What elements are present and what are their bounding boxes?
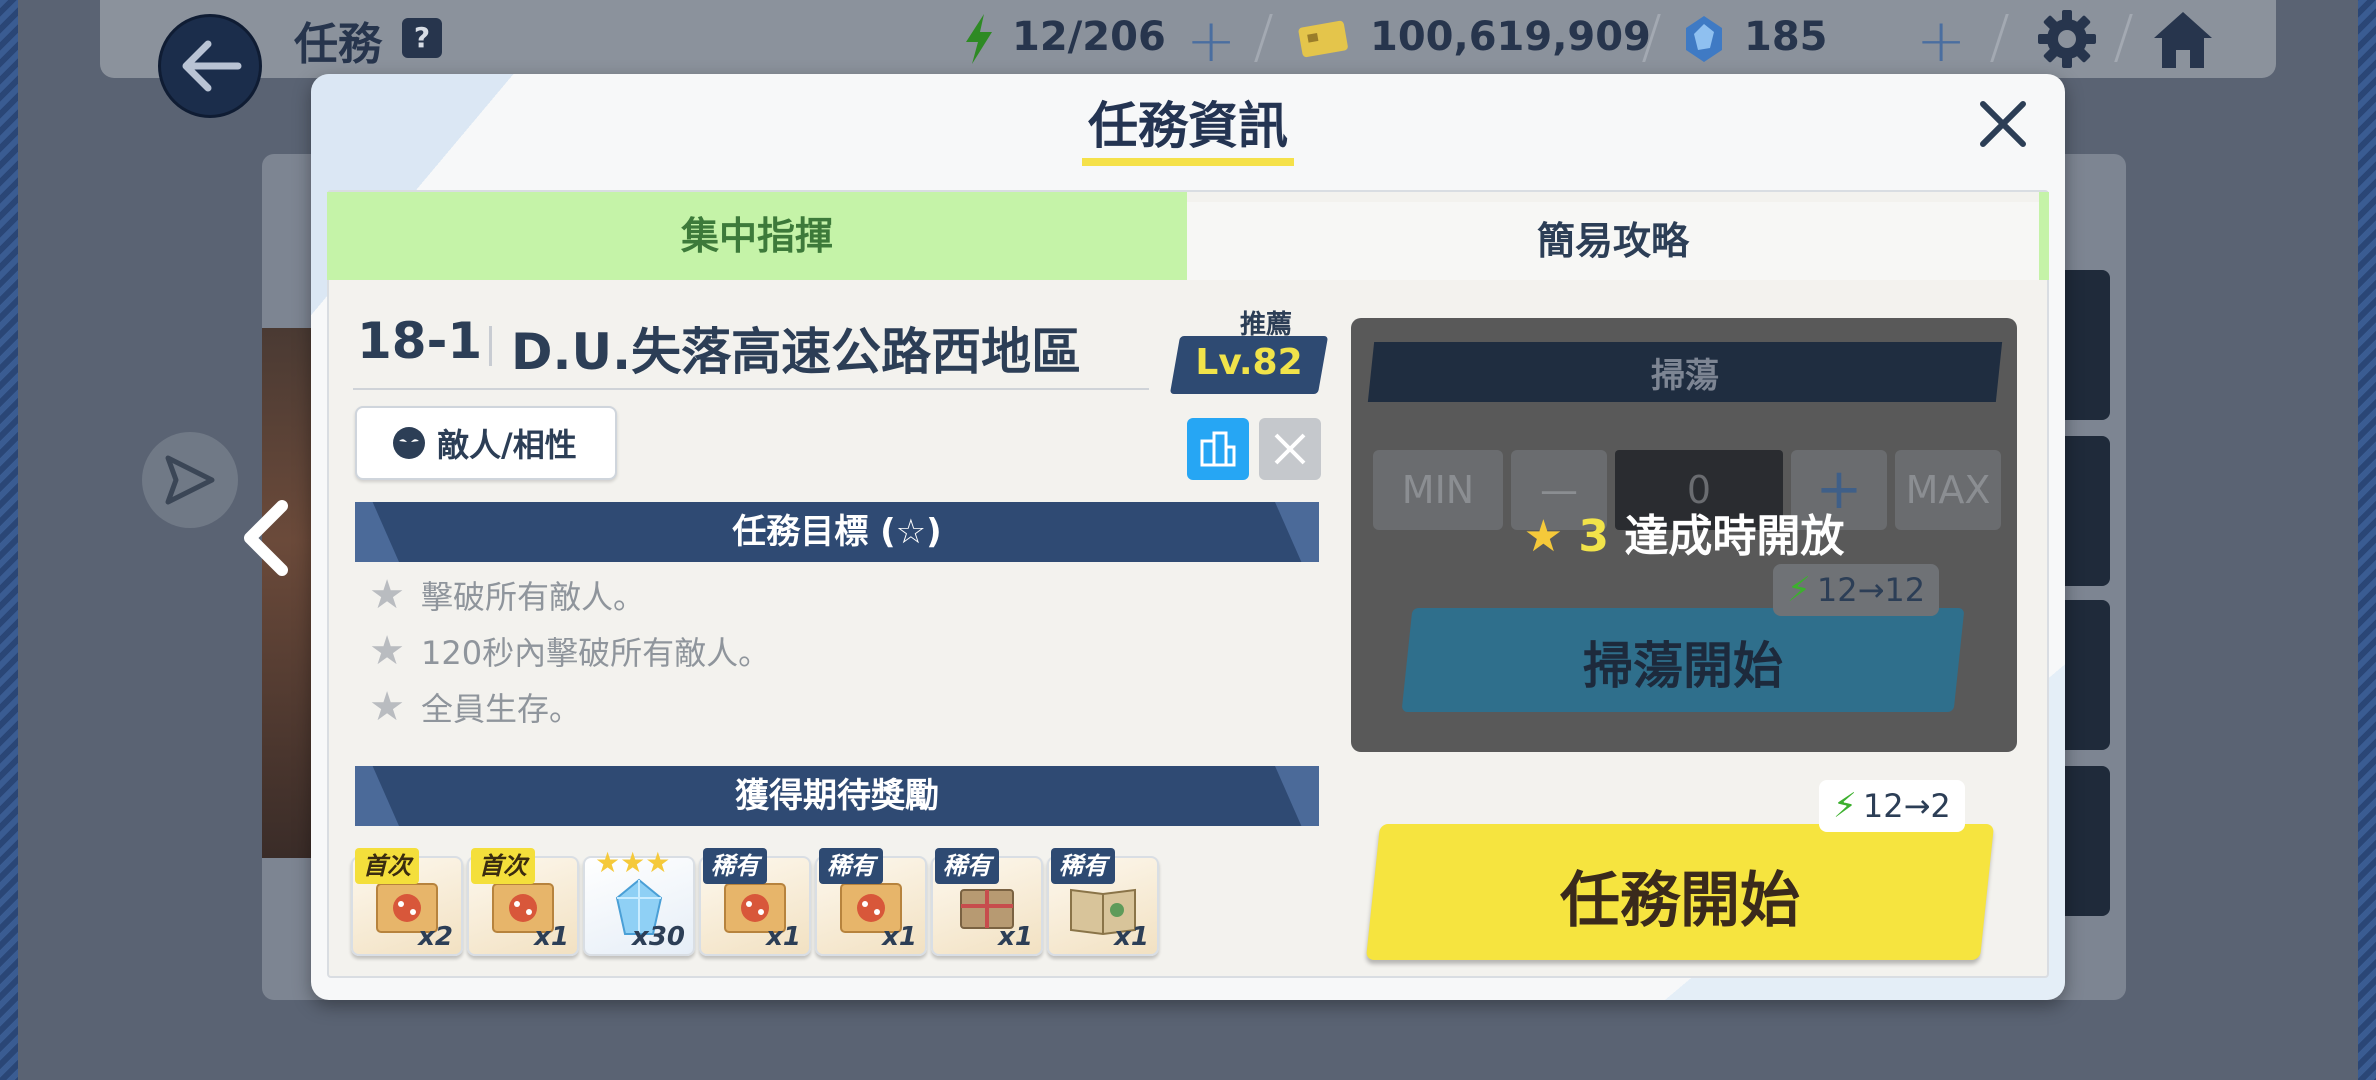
share-button[interactable] <box>142 432 238 528</box>
stamina-plus-button[interactable]: + <box>1186 6 1236 76</box>
reward-count: x1 <box>534 922 569 952</box>
objective-text: 120秒內擊破所有敵人。 <box>421 634 771 672</box>
background-stage-image <box>262 328 312 858</box>
arrow-left-icon <box>182 40 242 92</box>
reward-item[interactable]: 稀有 x1 <box>1047 848 1159 956</box>
terrain-city-button[interactable] <box>1187 418 1249 480</box>
sweep-cost-bubble: ⚡ 12 → 12 <box>1773 564 1940 616</box>
stage-underline <box>353 388 1149 390</box>
bar-accent <box>1275 766 1319 826</box>
close-icon <box>1980 101 2026 147</box>
reward-item[interactable]: 稀有 x1 <box>931 848 1043 956</box>
sweep-header: 掃蕩 <box>1651 356 1719 396</box>
objective-text: 全員生存。 <box>421 690 582 728</box>
credit-card-icon <box>1298 20 1348 58</box>
credits-value: 100,619,909 <box>1370 14 1651 60</box>
reward-item[interactable]: 首次 x2 <box>351 848 463 956</box>
star-empty-icon: ★ <box>369 628 405 674</box>
reward-count: x30 <box>632 922 685 952</box>
star-empty-icon: ★ <box>369 572 405 618</box>
rewards-header: 獲得期待獎勵 <box>355 766 1319 826</box>
stamina-icon <box>966 14 992 64</box>
mission-cost: 12 <box>1862 787 1904 825</box>
arrow-right-icon: → <box>1903 787 1931 825</box>
unlock-text: 達成時開放 <box>1624 511 1845 562</box>
sweep-unlock-message: ★ 3 達成時開放 <box>1351 500 2017 564</box>
reward-tag: 稀有 <box>1051 848 1115 884</box>
objectives-header-label: 任務目標 (☆) <box>732 512 942 552</box>
gems-plus-button[interactable]: + <box>1916 6 1966 76</box>
stage-name: D.U.失落高速公路西地區 <box>511 323 1082 381</box>
reward-item[interactable]: 稀有 x1 <box>699 848 811 956</box>
reward-item[interactable]: ★★★ x30 <box>583 846 695 956</box>
reward-tag: 首次 <box>471 848 535 884</box>
reward-tag: 首次 <box>355 848 419 884</box>
reward-tag: 稀有 <box>819 848 883 884</box>
gem-icon <box>1686 16 1722 62</box>
tab-easy-strategy[interactable]: 簡易攻略 <box>1187 202 2039 280</box>
reward-count: x1 <box>998 922 1033 952</box>
home-icon[interactable] <box>2152 10 2214 70</box>
mission-info-modal: 任務資訊 集中指揮 簡易攻略 18-1 D.U.失落高速公路西地區 推薦 Lv.… <box>311 74 2065 1000</box>
mission-start-label: 任務開始 <box>1560 866 1800 936</box>
enemy-affinity-button[interactable]: 敵人/相性 <box>355 406 617 480</box>
stamina-icon: ⚡ <box>1787 570 1811 610</box>
modal-title: 任務資訊 <box>1088 97 1288 155</box>
objective-item: ★ 全員生存。 <box>367 684 581 730</box>
stage-number: 18-1 <box>357 312 483 370</box>
rewards-header-label: 獲得期待獎勵 <box>735 776 939 816</box>
stamina-icon: ⚡ <box>1833 786 1857 826</box>
bar-accent <box>355 502 399 562</box>
sweep-cost: 12 <box>1816 571 1858 609</box>
stage-separator <box>489 326 492 366</box>
tab-edge <box>2039 192 2049 280</box>
building-icon <box>1200 431 1236 467</box>
three-stars-icon: ★★★ <box>595 846 671 879</box>
settings-gear-icon[interactable] <box>2036 8 2098 70</box>
bar-accent <box>1275 502 1319 562</box>
objective-text: 擊破所有敵人。 <box>421 578 646 616</box>
reward-count: x2 <box>418 922 453 952</box>
tab-focused-command[interactable]: 集中指揮 <box>327 192 1187 280</box>
stamina-value: 12/206 <box>1012 14 1166 60</box>
reward-count: x1 <box>1114 922 1149 952</box>
close-icon <box>1274 433 1306 465</box>
sweep-start-label: 掃蕩開始 <box>1583 637 1783 695</box>
objective-item: ★ 擊破所有敵人。 <box>367 572 645 618</box>
arrow-right-icon: → <box>1857 571 1885 609</box>
star-empty-icon: ★ <box>369 684 405 730</box>
reward-count: x1 <box>882 922 917 952</box>
enemy-affinity-label: 敵人/相性 <box>437 426 577 464</box>
mission-cost-bubble: ⚡ 12 → 2 <box>1819 780 1965 832</box>
reward-item[interactable]: 稀有 x1 <box>815 848 927 956</box>
page-title: 任務 <box>294 19 382 70</box>
enemy-mask-icon <box>393 427 425 459</box>
back-button[interactable] <box>158 14 262 118</box>
objectives-header: 任務目標 (☆) <box>355 502 1319 562</box>
send-icon <box>165 455 215 505</box>
bar-accent <box>355 766 399 826</box>
close-button[interactable] <box>1971 92 2035 156</box>
gems-value: 185 <box>1744 14 1828 60</box>
reward-tag: 稀有 <box>935 848 999 884</box>
reward-tag: 稀有 <box>703 848 767 884</box>
objective-item: ★ 120秒內擊破所有敵人。 <box>367 628 770 674</box>
sweep-cost-after: 12 <box>1884 571 1926 609</box>
title-underline <box>1082 158 1294 166</box>
reward-item[interactable]: 首次 x1 <box>467 848 579 956</box>
mission-cost-after: 2 <box>1930 787 1951 825</box>
help-button[interactable]: ? <box>402 18 442 58</box>
recommended-level: Lv.82 <box>1195 342 1303 383</box>
terrain-disabled-button[interactable] <box>1259 418 1321 480</box>
reward-count: x1 <box>766 922 801 952</box>
gold-star-icon: ★ <box>1523 511 1564 562</box>
unlock-star-count: 3 <box>1578 511 1610 562</box>
chevron-left-icon[interactable] <box>238 500 292 576</box>
